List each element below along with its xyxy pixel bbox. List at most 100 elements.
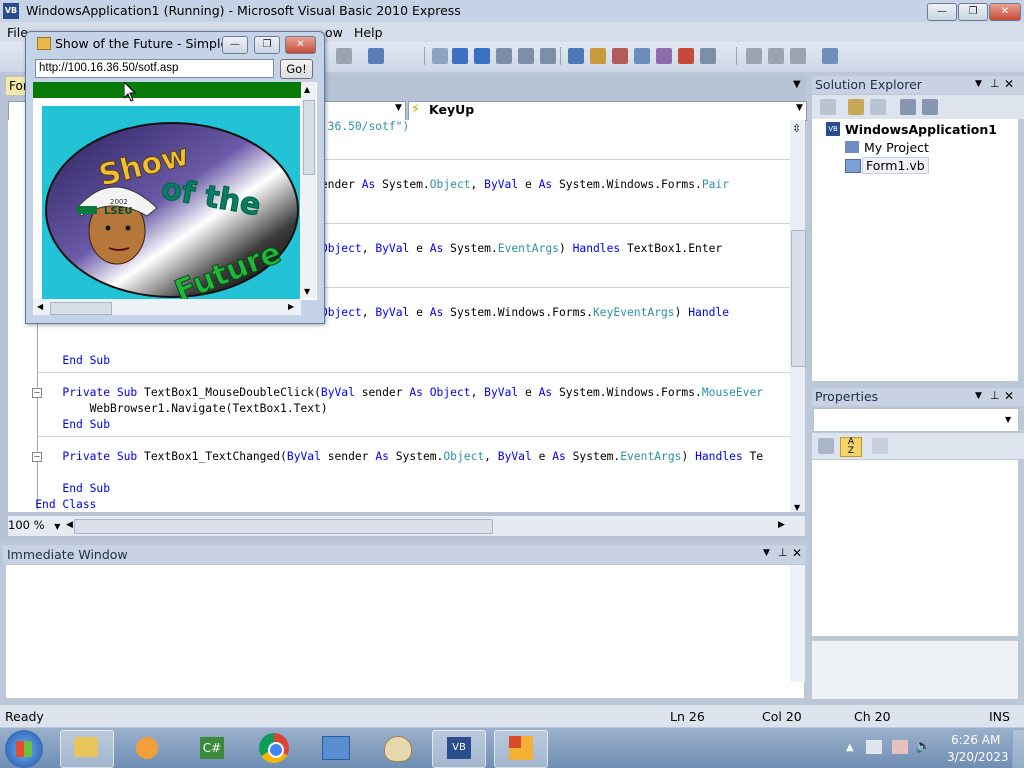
chevron-down-icon[interactable]: ▼ bbox=[54, 522, 60, 531]
browser-hscroll-thumb[interactable] bbox=[50, 302, 112, 315]
code-token: Object bbox=[429, 386, 471, 399]
refresh-icon[interactable] bbox=[870, 99, 886, 115]
property-pages-icon[interactable] bbox=[872, 438, 888, 454]
browser-minimize-button[interactable]: — bbox=[222, 36, 248, 54]
url-input[interactable]: http://100.16.36.50/sotf.asp bbox=[35, 59, 274, 78]
browser-maximize-button[interactable]: ❐ bbox=[254, 36, 280, 54]
close-icon[interactable]: ✕ bbox=[1004, 389, 1014, 403]
code-token: TextBox1_TextChanged( bbox=[137, 450, 287, 463]
object-browser-icon[interactable] bbox=[634, 48, 650, 64]
properties-icon[interactable] bbox=[848, 99, 864, 115]
control-panel-icon bbox=[322, 736, 350, 760]
scroll-right-icon[interactable]: ▶ bbox=[288, 302, 294, 311]
error-list-icon[interactable] bbox=[678, 48, 694, 64]
categorized-icon[interactable] bbox=[818, 438, 834, 454]
code-line: Private Sub TextBox1_TextChanged(ByVal s… bbox=[8, 450, 763, 464]
pin-icon[interactable]: ⊥ bbox=[778, 546, 788, 559]
uncomment-icon[interactable] bbox=[768, 48, 784, 64]
redo-icon[interactable] bbox=[336, 48, 352, 64]
code-token: , bbox=[484, 450, 498, 463]
view-designer-icon[interactable] bbox=[922, 99, 938, 115]
page-banner bbox=[33, 82, 301, 98]
volume-icon[interactable]: 🔈 bbox=[915, 739, 931, 754]
tree-item-form1[interactable]: Form1.vb bbox=[862, 157, 929, 174]
browser-vscroll-thumb[interactable] bbox=[303, 100, 315, 175]
show-all-files-icon[interactable] bbox=[820, 99, 836, 115]
menu-window[interactable]: ow bbox=[325, 25, 343, 40]
step-into-icon[interactable] bbox=[496, 48, 512, 64]
form-file-icon bbox=[845, 159, 861, 173]
editor-hscroll-thumb[interactable] bbox=[74, 519, 493, 534]
properties-object-combo[interactable] bbox=[813, 408, 1019, 432]
clock-time[interactable]: 6:26 AM bbox=[951, 733, 1000, 747]
stop-icon[interactable] bbox=[474, 48, 490, 64]
find-icon[interactable] bbox=[568, 48, 584, 64]
network-icon[interactable] bbox=[866, 740, 882, 754]
view-code-icon[interactable] bbox=[900, 99, 916, 115]
app-window-icon-part bbox=[521, 736, 533, 748]
step-out-icon[interactable] bbox=[540, 48, 556, 64]
toolbox-icon[interactable] bbox=[656, 48, 672, 64]
zoom-value: 100 % bbox=[8, 518, 45, 532]
tree-item-my-project[interactable]: My Project bbox=[864, 140, 929, 155]
window-title: WindowsApplication1 (Running) - Microsof… bbox=[26, 3, 461, 18]
code-token: End Sub bbox=[62, 418, 111, 431]
status-char: Ch 20 bbox=[854, 709, 891, 724]
tray-expand-icon[interactable]: ▲ bbox=[846, 742, 854, 753]
code-token: Object bbox=[320, 306, 362, 319]
close-icon[interactable]: ✕ bbox=[1004, 77, 1014, 91]
zoom-combo[interactable]: 100 % ▼ bbox=[8, 518, 64, 534]
minimize-button[interactable]: — bbox=[927, 3, 957, 21]
scroll-left-icon[interactable]: ◀ bbox=[66, 520, 73, 530]
code-token: e bbox=[409, 306, 430, 319]
go-button[interactable]: Go! bbox=[280, 59, 313, 79]
pin-icon[interactable]: ⊥ bbox=[990, 77, 1000, 90]
pin-icon[interactable]: ⊥ bbox=[990, 389, 1000, 402]
code-token: Object bbox=[320, 242, 362, 255]
close-icon[interactable]: ✕ bbox=[792, 546, 802, 560]
output-icon[interactable] bbox=[700, 48, 716, 64]
action-center-icon[interactable] bbox=[892, 740, 908, 754]
chevron-down-icon[interactable]: ▼ bbox=[1005, 415, 1011, 424]
chevron-down-icon[interactable]: ▼ bbox=[796, 103, 803, 113]
chevron-down-icon[interactable]: ▼ bbox=[763, 548, 770, 558]
comment-icon[interactable] bbox=[746, 48, 762, 64]
scroll-up-icon[interactable]: ▲ bbox=[304, 85, 310, 94]
customize-icon[interactable] bbox=[822, 48, 838, 64]
chevron-down-icon[interactable]: ▼ bbox=[975, 391, 982, 401]
start-debug-icon[interactable] bbox=[432, 48, 448, 64]
pause-icon[interactable] bbox=[452, 48, 468, 64]
maximize-button[interactable]: ❐ bbox=[958, 3, 988, 21]
chevron-down-icon[interactable]: ▼ bbox=[975, 79, 982, 89]
scroll-down-icon[interactable]: ▼ bbox=[304, 287, 310, 296]
code-token: System. bbox=[443, 242, 498, 255]
scroll-left-icon[interactable]: ◀ bbox=[37, 302, 43, 311]
show-desktop-button[interactable] bbox=[1012, 730, 1024, 768]
tab-dropdown-icon[interactable]: ▼ bbox=[793, 79, 801, 90]
status-column: Col 20 bbox=[762, 709, 802, 724]
code-token: Handles bbox=[572, 242, 621, 255]
browser-close-button[interactable]: ✕ bbox=[285, 36, 316, 54]
alphabetical-icon[interactable]: AZ bbox=[840, 437, 862, 457]
tree-item-project[interactable]: WindowsApplication1 bbox=[845, 122, 997, 137]
close-button[interactable]: ✕ bbox=[989, 3, 1021, 21]
scroll-down-icon[interactable]: ▼ bbox=[794, 503, 800, 512]
split-icon[interactable]: ⇳ bbox=[792, 122, 801, 135]
solution-explorer-icon[interactable] bbox=[590, 48, 606, 64]
step-over-icon[interactable] bbox=[518, 48, 534, 64]
navigate-icon[interactable] bbox=[368, 48, 384, 64]
bookmark-icon[interactable] bbox=[790, 48, 806, 64]
scroll-right-icon[interactable]: ▶ bbox=[778, 520, 785, 530]
code-token: As bbox=[552, 450, 566, 463]
my-project-icon bbox=[845, 141, 859, 153]
menu-help[interactable]: Help bbox=[354, 25, 383, 40]
immediate-scrollbar[interactable] bbox=[790, 565, 805, 682]
editor-vscroll-thumb[interactable] bbox=[791, 230, 806, 367]
code-token: e bbox=[518, 178, 539, 191]
immediate-window-body[interactable] bbox=[6, 565, 804, 698]
properties-icon[interactable] bbox=[612, 48, 628, 64]
chevron-down-icon[interactable]: ▼ bbox=[395, 103, 402, 113]
chrome-center-icon bbox=[268, 742, 284, 758]
clock-date[interactable]: 3/20/2023 bbox=[947, 750, 1009, 764]
